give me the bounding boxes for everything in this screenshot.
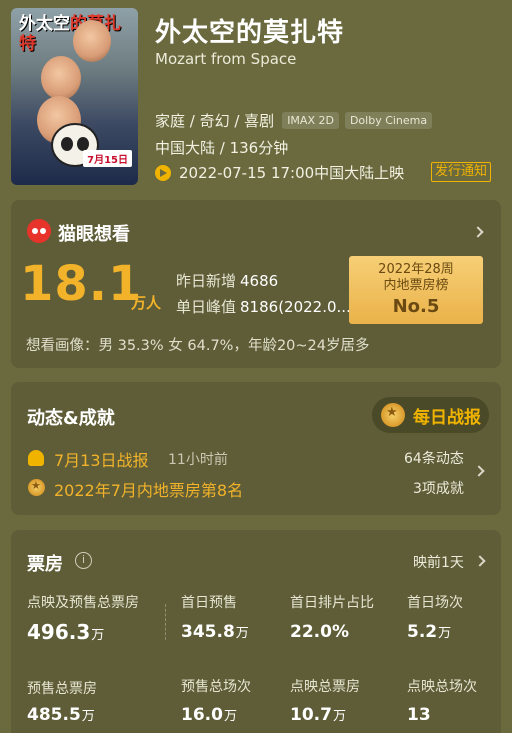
rank-chart-name: 内地票房榜: [383, 278, 449, 293]
movie-title: 外太空的莫扎特: [155, 18, 345, 48]
genre-row: 家庭 / 奇幻 / 喜剧 IMAX 2D Dolby Cinema: [155, 110, 438, 131]
stat-value: 485.5万: [27, 705, 95, 725]
country-duration: 中国大陆 / 136分钟: [155, 139, 289, 157]
rank-week: 2022年28周: [378, 262, 454, 277]
genres: 家庭 / 奇幻 / 喜剧: [155, 112, 275, 130]
daily-peak-label: 单日峰值: [176, 298, 237, 316]
want-to-see-unit: 万人: [131, 294, 162, 312]
poster-date-badge: 7月15日: [83, 150, 132, 167]
stat-label: 首日排片占比: [290, 595, 374, 611]
format-tag-dolby: Dolby Cinema: [344, 112, 433, 129]
box-office-header: 票房: [27, 554, 63, 575]
stat-label: 预售总场次: [181, 679, 251, 695]
rank-value: No.5: [392, 296, 440, 317]
format-tag-imax: IMAX 2D: [282, 112, 339, 129]
want-to-see-header: 猫眼想看: [58, 224, 130, 245]
stat-label: 点映总票房: [290, 679, 360, 695]
medal-icon: [28, 479, 45, 496]
stat-value: 345.8万: [181, 622, 249, 642]
stat-value: 5.2万: [407, 622, 452, 642]
play-icon: [155, 164, 171, 181]
dynamics-count: 64条动态: [404, 451, 464, 467]
daily-peak-value: 8186(2022.0...: [240, 298, 351, 316]
divider: [165, 604, 166, 640]
news-item-time: 11小时前: [168, 452, 228, 468]
want-to-see-count: 18.1: [20, 256, 143, 312]
daily-report-label: 每日战报: [413, 407, 481, 428]
audience-portrait: 想看画像：男 35.3% 女 64.7%，年龄20~24岁居多: [26, 338, 370, 354]
daily-peak: 单日峰值 8186(2022.0...: [176, 296, 351, 317]
release-info: 2022-07-15 17:00中国大陆上映: [155, 162, 404, 183]
stat-value: 13: [407, 705, 431, 725]
yesterday-added: 昨日新增 4686: [176, 270, 278, 291]
daily-report-button[interactable]: 每日战报: [372, 397, 489, 433]
stat-label: 首日预售: [181, 595, 237, 611]
presale-days[interactable]: 映前1天: [413, 552, 464, 572]
yesterday-added-value: 4686: [240, 272, 279, 290]
poster-figure: [41, 56, 81, 100]
stat-label: 点映总场次: [407, 679, 477, 695]
stat-label: 预售总票房: [27, 681, 97, 697]
movie-poster[interactable]: 外太空的莫扎特 7月15日: [11, 8, 138, 185]
maoyan-logo-icon: [27, 219, 51, 243]
achievements-count: 3项成就: [413, 481, 464, 497]
release-date: 2022-07-15 17:00中国大陆上映: [179, 164, 405, 182]
stat-value: 22.0%: [290, 622, 349, 642]
release-notice-button[interactable]: 发行通知: [431, 162, 492, 182]
info-icon[interactable]: i: [75, 552, 92, 569]
movie-header: 外太空的莫扎特 7月15日 外太空的莫扎特 Mozart from Space …: [0, 0, 512, 192]
stat-value: 496.3万: [27, 620, 105, 644]
stat-label: 首日场次: [407, 595, 463, 611]
news-header: 动态&成就: [27, 408, 115, 429]
medal-icon: [381, 403, 405, 427]
bell-icon: [28, 450, 44, 466]
stat-label: 点映及预售总票房: [27, 595, 139, 611]
poster-figure: [73, 20, 111, 62]
yesterday-added-label: 昨日新增: [176, 272, 237, 290]
weekly-rank-badge[interactable]: 2022年28周 内地票房榜 No.5: [349, 256, 483, 324]
movie-english-title: Mozart from Space: [155, 50, 297, 68]
stat-value: 16.0万: [181, 705, 237, 725]
stat-value: 10.7万: [290, 705, 346, 725]
news-item-rank[interactable]: 2022年7月内地票房第8名: [54, 477, 243, 501]
news-item-report[interactable]: 7月13日战报: [54, 447, 149, 471]
